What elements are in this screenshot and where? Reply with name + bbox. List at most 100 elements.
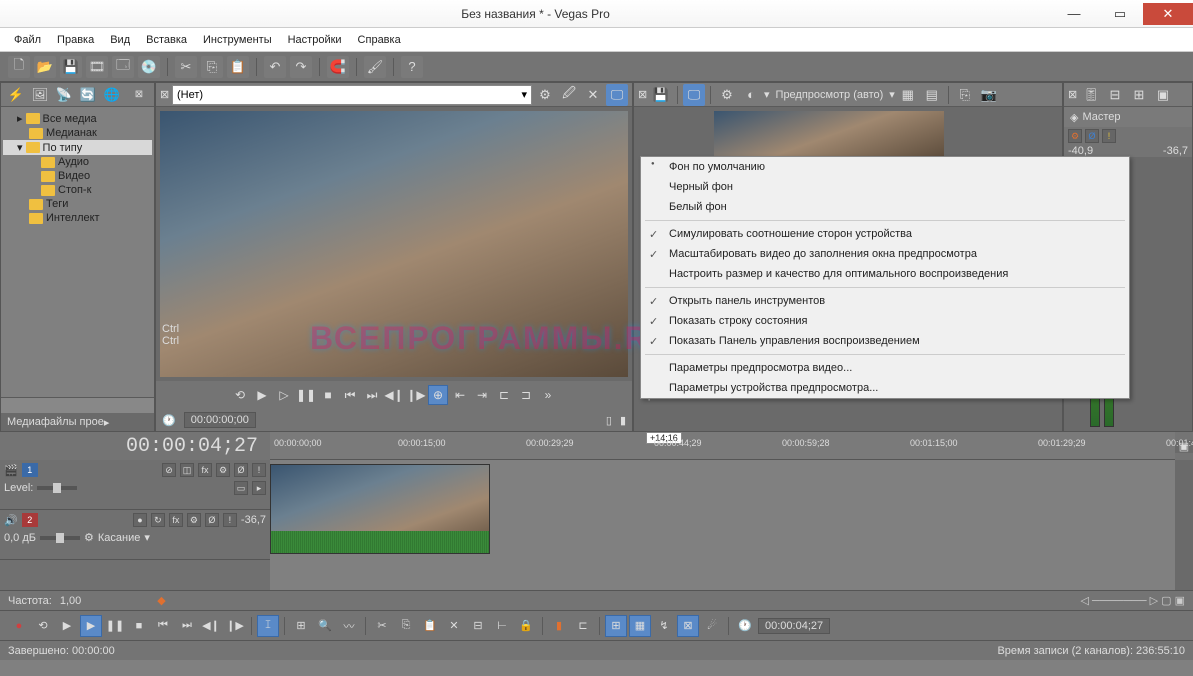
touch-label[interactable]: Касание bbox=[98, 532, 140, 544]
tree-tags[interactable]: Теги bbox=[3, 197, 152, 211]
stop-icon[interactable]: ■ bbox=[128, 615, 150, 637]
audio-track-header[interactable]: 🔊 2 ● ↻ fx ⚙ Ø ! -36,7 0,0 дБ ⚙ Касание bbox=[0, 510, 270, 560]
normal-edit-icon[interactable]: 𝙸 bbox=[257, 615, 279, 637]
end-icon[interactable]: ⏭ bbox=[362, 385, 382, 405]
overlay-icon[interactable]: ▦ bbox=[897, 84, 919, 106]
record-icon[interactable]: ● bbox=[8, 615, 30, 637]
menu-open-toolbar[interactable]: Открыть панель инструментов bbox=[641, 291, 1129, 311]
track-fx-icon[interactable]: fx bbox=[198, 463, 212, 477]
disc-icon[interactable]: 💿 bbox=[138, 56, 160, 78]
play-icon[interactable]: ▶ bbox=[252, 385, 272, 405]
invert-phase-icon[interactable]: ↻ bbox=[151, 513, 165, 527]
time-ruler[interactable]: +14;16 00:00:00;00 00:00:15;00 00:00:29;… bbox=[270, 432, 1175, 460]
menu-tools[interactable]: Инструменты bbox=[197, 32, 278, 48]
start-icon[interactable]: ⏮ bbox=[340, 385, 360, 405]
chevron-down-icon[interactable]: ▾ bbox=[764, 88, 770, 101]
track-fx-icon[interactable]: fx bbox=[169, 513, 183, 527]
menu-device-params[interactable]: Параметры устройства предпросмотра... bbox=[641, 378, 1129, 398]
delete-icon[interactable]: ✕ bbox=[443, 615, 465, 637]
prev-frame-icon[interactable]: ◀❙ bbox=[200, 615, 222, 637]
bolt-icon[interactable]: ⚡ bbox=[5, 84, 27, 106]
solo-icon[interactable]: ! bbox=[252, 463, 266, 477]
paste-icon[interactable]: 📋 bbox=[419, 615, 441, 637]
mixer-icon[interactable]: 🎚 bbox=[1080, 84, 1102, 106]
cursor-timecode[interactable]: 00:00:04;27 bbox=[0, 435, 270, 458]
loop-icon[interactable]: ⟲ bbox=[32, 615, 54, 637]
next-frame-icon[interactable]: ❙▶ bbox=[224, 615, 246, 637]
arm-record-icon[interactable]: ● bbox=[133, 513, 147, 527]
trim-icon[interactable]: ⊟ bbox=[467, 615, 489, 637]
trimmer-video[interactable] bbox=[160, 111, 628, 377]
copy-icon[interactable]: ⎘ bbox=[201, 56, 223, 78]
menu-video-params[interactable]: Параметры предпросмотра видео... bbox=[641, 358, 1129, 378]
menu-config-size[interactable]: Настроить размер и качество для оптималь… bbox=[641, 264, 1129, 284]
selection-icon[interactable]: ⊞ bbox=[290, 615, 312, 637]
bus-icon[interactable]: ⊟ bbox=[1104, 84, 1126, 106]
marker-icon[interactable]: ▯ bbox=[606, 414, 612, 427]
preview-quality-label[interactable]: Предпросмотр (авто) bbox=[772, 89, 888, 101]
redo-icon[interactable]: ↷ bbox=[290, 56, 312, 78]
save-icon[interactable]: 💾 bbox=[60, 56, 82, 78]
cut-icon[interactable]: ✂ bbox=[371, 615, 393, 637]
solo-icon[interactable]: ! bbox=[1102, 129, 1116, 143]
pause-icon[interactable]: ❚❚ bbox=[104, 615, 126, 637]
preview-video[interactable] bbox=[714, 111, 944, 161]
media-tree[interactable]: ▸ Все медиа Медианак ▾ По типу Аудио Вид… bbox=[1, 107, 154, 397]
menu-edit[interactable]: Правка bbox=[51, 32, 100, 48]
close-panel-icon[interactable]: ⊠ bbox=[1068, 88, 1078, 101]
save-snapshot-icon[interactable]: 💾 bbox=[650, 84, 672, 106]
new-icon[interactable]: 🗋 bbox=[8, 56, 30, 78]
play-icon[interactable]: ▶ bbox=[80, 615, 102, 637]
tree-stopk[interactable]: Стоп-к bbox=[3, 183, 152, 197]
video-track-header[interactable]: 🎬 1 ⊘ ◫ fx ⚙ Ø ! Level: ▭ ▸ bbox=[0, 460, 270, 510]
rate-indicator-icon[interactable]: ◆ bbox=[157, 594, 165, 607]
bypass-fx-icon[interactable]: ⊘ bbox=[162, 463, 176, 477]
chevron-down-icon[interactable]: ▾ bbox=[144, 531, 150, 544]
add-to-timeline-icon[interactable]: ⊕ bbox=[428, 385, 448, 405]
tree-bytype[interactable]: ▾ По типу bbox=[3, 140, 152, 155]
zoom-icon[interactable]: 🔍 bbox=[314, 615, 336, 637]
snap-icon[interactable]: ⊞ bbox=[605, 615, 627, 637]
go-end-icon[interactable]: ⏭ bbox=[176, 615, 198, 637]
quantize-icon[interactable]: ☄ bbox=[701, 615, 723, 637]
pause-icon[interactable]: ❚❚ bbox=[296, 385, 316, 405]
menu-show-status[interactable]: Показать строку состояния bbox=[641, 311, 1129, 331]
minimize-button[interactable]: — bbox=[1051, 3, 1097, 25]
undo-icon[interactable]: ↶ bbox=[264, 56, 286, 78]
menu-white-bg[interactable]: Белый фон bbox=[641, 197, 1129, 217]
properties-icon[interactable]: 🗔 bbox=[112, 56, 134, 78]
save-icon[interactable]: 🖉 bbox=[558, 84, 580, 106]
parent-icon[interactable]: ▸ bbox=[252, 481, 266, 495]
tree-audio[interactable]: Аудио bbox=[3, 155, 152, 169]
menu-insert[interactable]: Вставка bbox=[140, 32, 193, 48]
stream-icon[interactable]: 📡 bbox=[53, 84, 75, 106]
fx-icon[interactable]: ⚙ bbox=[716, 84, 738, 106]
rate-value[interactable]: 1,00 bbox=[60, 595, 81, 607]
tree-smart[interactable]: Интеллект bbox=[3, 211, 152, 225]
auto-crossfade-icon[interactable]: ⊠ bbox=[677, 615, 699, 637]
cut-icon[interactable]: ✂ bbox=[175, 56, 197, 78]
timecode-display[interactable]: 00:00:00;00 bbox=[184, 412, 256, 428]
lock-icon[interactable]: 🔒 bbox=[515, 615, 537, 637]
auto-ripple-icon[interactable]: ↯ bbox=[653, 615, 675, 637]
loop-icon[interactable]: ⟲ bbox=[230, 385, 250, 405]
comp-mode-icon[interactable]: ▭ bbox=[234, 481, 248, 495]
scrollbar-h[interactable] bbox=[1, 397, 154, 413]
solo-icon[interactable]: ! bbox=[223, 513, 237, 527]
snapshot-icon[interactable]: 📷 bbox=[978, 84, 1000, 106]
video-clip[interactable] bbox=[270, 464, 490, 554]
monitor-icon[interactable]: 🖵 bbox=[606, 84, 628, 106]
maximize-button[interactable]: ▭ bbox=[1097, 3, 1143, 25]
menu-default-bg[interactable]: Фон по умолчанию bbox=[641, 157, 1129, 177]
automation-icon[interactable]: ⚙ bbox=[1068, 129, 1082, 143]
menu-scale-video[interactable]: Масштабировать видео до заполнения окна … bbox=[641, 244, 1129, 264]
snap-grid-icon[interactable]: ▦ bbox=[629, 615, 651, 637]
delete-icon[interactable]: ✕ bbox=[582, 84, 604, 106]
menu-view[interactable]: Вид bbox=[104, 32, 136, 48]
menu-options[interactable]: Настройки bbox=[282, 32, 348, 48]
mute-icon[interactable]: Ø bbox=[205, 513, 219, 527]
dim-icon[interactable]: ▣ bbox=[1152, 84, 1174, 106]
external-monitor-icon[interactable]: 🖵 bbox=[683, 84, 705, 106]
out2-icon[interactable]: ⊐ bbox=[516, 385, 536, 405]
grid-icon[interactable]: ▤ bbox=[921, 84, 943, 106]
